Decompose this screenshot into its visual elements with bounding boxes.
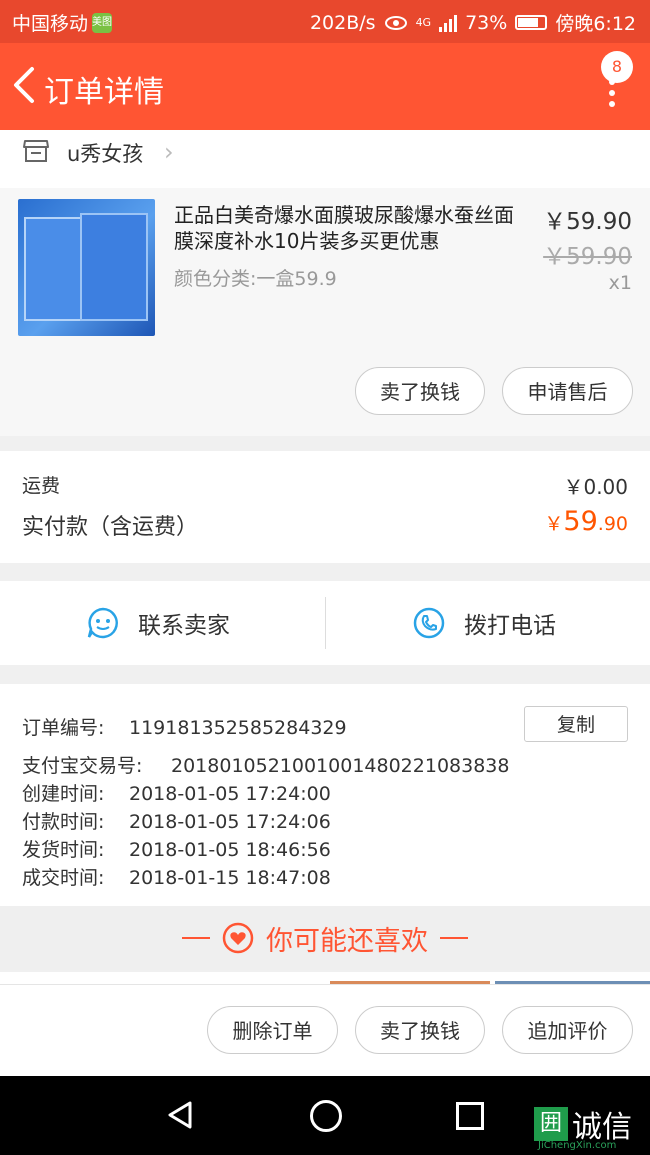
eye-icon xyxy=(384,15,407,30)
product-image[interactable] xyxy=(18,199,155,336)
product-price: ￥59.90 xyxy=(543,209,632,235)
sell-for-cash-bottom-button[interactable]: 卖了换钱 xyxy=(355,1006,485,1054)
divider xyxy=(325,597,326,649)
shipped-time-row: 发货时间: 2018-01-05 18:46:56 xyxy=(22,839,331,861)
completed-time-row: 成交时间: 2018-01-15 18:47:08 xyxy=(22,867,331,889)
watermark-logo-icon: 囲 xyxy=(534,1107,568,1141)
chat-face-icon xyxy=(87,607,118,639)
nav-home-icon[interactable] xyxy=(310,1100,342,1132)
store-icon xyxy=(23,140,49,162)
recommend-header: 你可能还喜欢 xyxy=(0,906,650,970)
shipping-value: ￥0.00 xyxy=(563,475,628,499)
decor-line-right xyxy=(440,937,468,939)
sell-for-cash-button[interactable]: 卖了换钱 xyxy=(355,367,485,415)
contact-seller-button[interactable]: 联系卖家 xyxy=(86,581,230,665)
delete-order-button[interactable]: 删除订单 xyxy=(207,1006,338,1054)
recommend-strip xyxy=(0,972,650,984)
call-phone-label: 拨打电话 xyxy=(464,613,556,639)
more-menu-icon[interactable] xyxy=(608,79,616,115)
contact-seller-label: 联系卖家 xyxy=(138,613,230,639)
paid-label: 实付款（含运费） xyxy=(22,515,199,540)
network-type: 4G xyxy=(415,16,432,29)
heart-icon xyxy=(222,922,254,954)
product-original-price: ￥59.90 xyxy=(543,244,632,270)
order-info: 订单编号: 119181352585284329 复制 支付宝交易号: 201801… xyxy=(0,684,650,906)
nav-recents-icon[interactable] xyxy=(456,1102,484,1130)
copy-button[interactable]: 复制 xyxy=(524,706,628,742)
recommend-title: 你可能还喜欢 xyxy=(266,925,428,957)
decor-line-left xyxy=(182,937,210,939)
carrier-label: 中国移动 xyxy=(12,13,89,35)
net-speed: 202B/s xyxy=(309,11,376,34)
after-sales-button[interactable]: 申请售后 xyxy=(502,367,633,415)
shipping-label: 运费 xyxy=(22,475,61,497)
back-arrow-icon[interactable] xyxy=(10,65,44,105)
app-notification-icon: 美图 xyxy=(92,12,113,33)
order-number-row: 订单编号: 119181352585284329 xyxy=(22,717,347,739)
product-spec: 颜色分类:一盒59.9 xyxy=(174,268,337,290)
product-quantity: x1 xyxy=(608,272,632,294)
fee-section: 运费 ￥0.00 实付款（含运费） ￥59.90 xyxy=(0,451,650,563)
call-phone-button[interactable]: 拨打电话 xyxy=(412,581,556,665)
chevron-right-icon: › xyxy=(164,138,174,166)
watermark-url: JiChengXin.com xyxy=(538,1140,617,1151)
alipay-trade-row: 支付宝交易号: 2018010521001001480221083838 xyxy=(22,755,510,777)
clock: 傍晚6:12 xyxy=(555,13,636,35)
shop-row[interactable]: u秀女孩 › xyxy=(0,130,650,188)
paid-time-row: 付款时间: 2018-01-05 17:24:06 xyxy=(22,811,331,833)
product-title: 正品白美奇爆水面膜玻尿酸爆水蚕丝面膜深度补水10片装多买更优惠 xyxy=(174,203,514,253)
notification-badge: 8 xyxy=(601,51,633,83)
add-review-button[interactable]: 追加评价 xyxy=(502,1006,633,1054)
order-item[interactable]: 正品白美奇爆水面膜玻尿酸爆水蚕丝面膜深度补水10片装多买更优惠 颜色分类:一盒5… xyxy=(0,188,650,436)
shop-name: u秀女孩 xyxy=(67,142,144,166)
phone-icon xyxy=(413,607,445,639)
paid-amount: ￥59.90 xyxy=(544,506,628,537)
signal-icon xyxy=(439,14,458,32)
bottom-actions: 删除订单 卖了换钱 追加评价 xyxy=(0,984,650,1077)
nav-back-icon[interactable] xyxy=(166,1100,194,1130)
created-time-row: 创建时间: 2018-01-05 17:24:00 xyxy=(22,783,331,805)
battery-icon xyxy=(515,15,548,30)
page-title: 订单详情 xyxy=(44,75,164,110)
status-bar: 中国移动 美图 202B/s 4G 73% 傍晚6:12 xyxy=(0,0,650,43)
app-bar: 订单详情 8 xyxy=(0,43,650,130)
contact-section: 联系卖家 拨打电话 xyxy=(0,581,650,665)
battery-percent: 73% xyxy=(465,11,508,34)
